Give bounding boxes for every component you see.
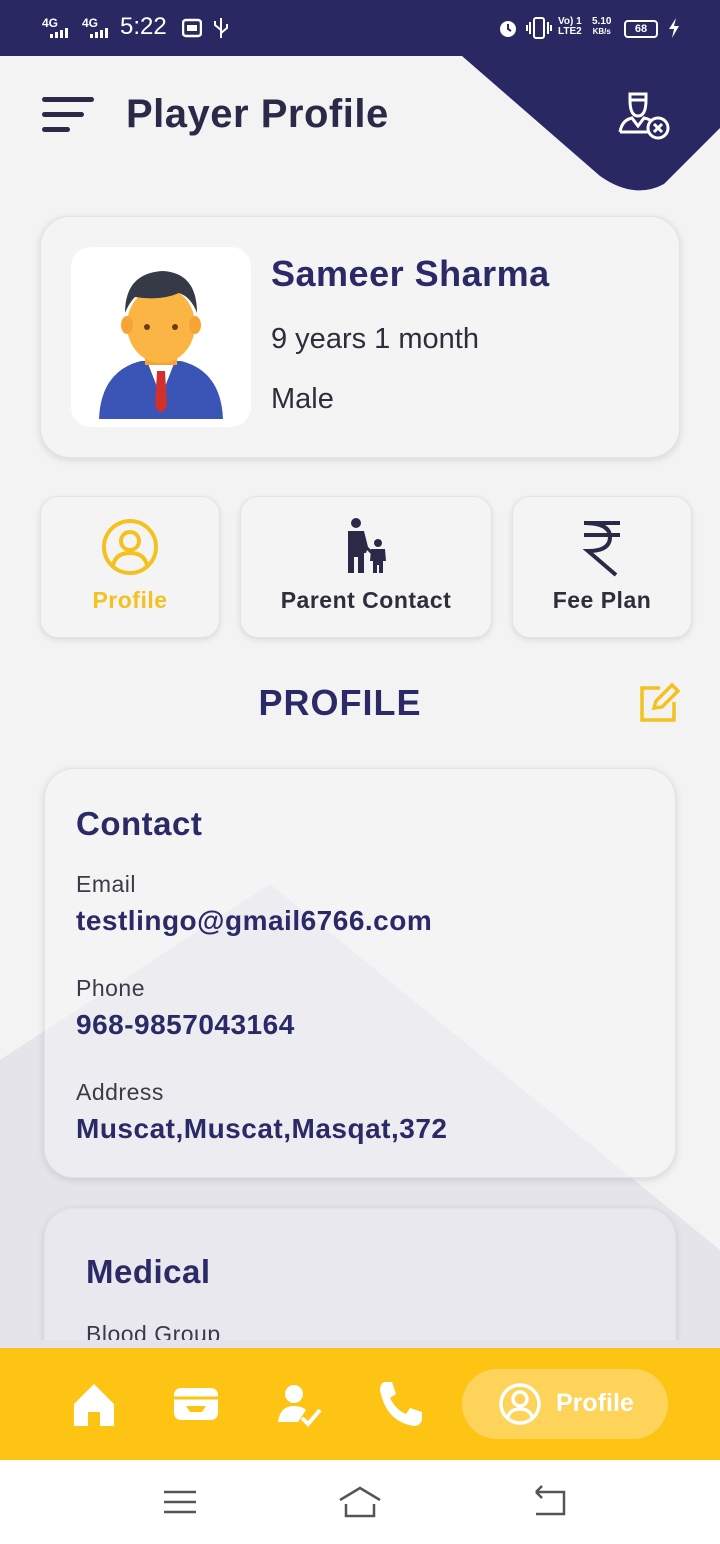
home-icon[interactable] [64,1374,124,1434]
bottom-nav: Profile [0,1348,720,1460]
scroll-area[interactable]: Medical Blood Group [0,0,720,1340]
wallet-icon[interactable] [166,1374,226,1434]
nav-profile-label: Profile [556,1389,634,1417]
home-button-icon[interactable] [336,1480,384,1524]
back-icon[interactable] [528,1480,572,1524]
phone-icon[interactable] [370,1374,430,1434]
recent-apps-icon[interactable] [158,1480,202,1524]
blood-group-label: Blood Group [86,1321,221,1340]
system-nav-bar [0,1460,720,1544]
nav-profile-button[interactable]: Profile [462,1369,668,1439]
medical-heading: Medical [86,1253,211,1290]
user-circle-icon [499,1383,541,1425]
medical-card: Medical Blood Group [44,1208,676,1340]
attendance-icon[interactable] [268,1374,328,1434]
